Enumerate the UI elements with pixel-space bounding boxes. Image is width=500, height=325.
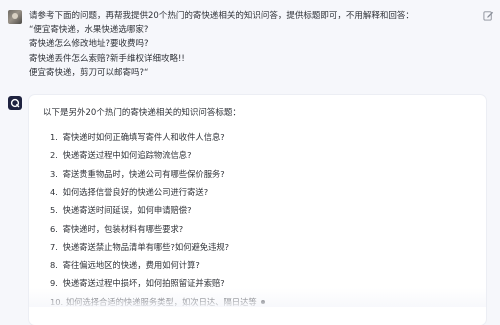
list-item-text: 寄快递时如何正确填写寄件人和收件人信息? xyxy=(62,132,225,142)
list-item-number: 9. xyxy=(50,278,58,289)
list-item-number: 2. xyxy=(50,150,58,161)
list-item: 1. 寄快递时如何正确填写寄件人和收件人信息? xyxy=(50,131,225,143)
list-item: 7. 快递寄送禁止物品清单有哪些?如何避免违规? xyxy=(50,241,229,253)
user-message: 请参考下面的问题，再帮我提供20个热门的寄快递相关的知识问答，提供标题即可，不用… xyxy=(0,0,500,85)
list-item-number: 4. xyxy=(50,186,58,197)
list-item: 4. 如何选择信誉良好的快递公司进行寄送? xyxy=(50,186,208,198)
user-message-line: 寄快递怎么修改地址?要收费吗? xyxy=(29,39,149,50)
list-item-text: 快递寄送时间延误，如何申请赔偿? xyxy=(62,205,192,216)
list-item-number: 7. xyxy=(50,241,58,252)
edit-icon[interactable] xyxy=(483,10,494,21)
list-item-text: 寄快递时，包装材料有哪些要求? xyxy=(62,223,184,234)
list-item: 6. 寄快递时，包装材料有哪些要求? xyxy=(50,223,183,235)
list-item-number: 1. xyxy=(50,132,58,142)
answer-intro: 以下是另外20个热门的寄快递相关的知识问答标题： xyxy=(43,108,241,118)
list-item: 8. 寄往偏远地区的快递，费用如何计算? xyxy=(50,259,200,271)
assistant-logo-icon xyxy=(8,96,22,110)
user-avatar xyxy=(8,10,22,24)
list-item-number: 5. xyxy=(50,205,58,216)
list-item-number: 6. xyxy=(50,223,58,234)
list-item: 5. 快递寄送时间延误，如何申请赔偿? xyxy=(50,204,192,216)
list-item-number: 10. xyxy=(50,296,64,307)
list-item-text: 寄送贵重物品时，快递公司有哪些保价服务? xyxy=(62,168,225,179)
assistant-answer-card: 以下是另外20个热门的寄快递相关的知识问答标题： 1. 寄快递时如何正确填写寄件… xyxy=(29,95,486,325)
user-message-line: 请参考下面的问题，再帮我提供20个热门的寄快递相关的知识问答，提供标题即可，不用… xyxy=(29,11,414,21)
list-item: 3. 寄送贵重物品时，快递公司有哪些保价服务? xyxy=(50,168,225,180)
list-item-text: 快递寄送过程中如何追踪物流信息? xyxy=(62,150,192,161)
user-message-line: “便宜寄快递，水果快递选哪家? xyxy=(29,25,149,36)
list-item-text: 寄往偏远地区的快递，费用如何计算? xyxy=(62,260,200,271)
user-message-text: 请参考下面的问题，再帮我提供20个热门的寄快递相关的知识问答，提供标题即可，不用… xyxy=(29,9,469,80)
list-item: 10. 如何选择合适的快递服务类型，如次日达、隔日达等 xyxy=(50,296,266,308)
list-item-text: 快递寄送过程中损坏，如何拍照留证并索赔? xyxy=(62,278,225,289)
list-item-text: 快递寄送禁止物品清单有哪些?如何避免违规? xyxy=(62,241,230,252)
list-item-number: 8. xyxy=(50,260,58,271)
typing-cursor-icon xyxy=(261,300,266,305)
list-item: 2. 快递寄送过程中如何追踪物流信息? xyxy=(50,149,192,161)
user-message-line: 便宜寄快递，剪刀可以邮寄吗?“ xyxy=(29,67,149,78)
list-item-number: 3. xyxy=(50,168,58,179)
list-item-text: 如何选择信誉良好的快递公司进行寄送? xyxy=(62,186,209,197)
list-item: 9. 快递寄送过程中损坏，如何拍照留证并索赔? xyxy=(50,277,225,289)
list-item-text: 如何选择合适的快递服务类型，如次日达、隔日达等 xyxy=(65,296,257,307)
user-message-line: 寄快递丢件怎么索赔?新手维权详细攻略!! xyxy=(29,53,185,64)
